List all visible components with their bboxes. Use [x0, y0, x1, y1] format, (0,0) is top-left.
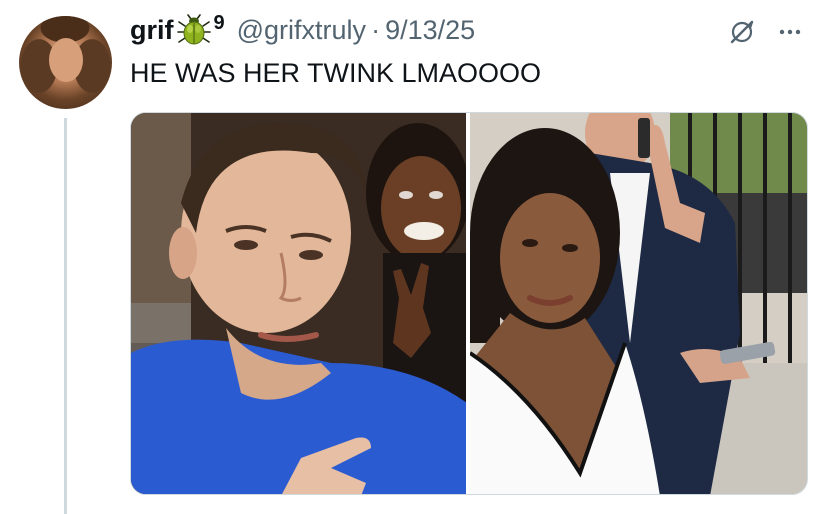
author-handle[interactable]: @grifxtruly — [237, 15, 366, 46]
thread-connector-line — [64, 118, 67, 514]
photo-right[interactable] — [470, 113, 807, 494]
tweet-text: HE WAS HER TWINK LMAOOOO — [130, 58, 542, 88]
beetle-emoji-icon — [176, 14, 212, 46]
tweet-header: grif 9 @grifxtruly · 9/13/25 — [130, 11, 475, 46]
tweet-date[interactable]: 9/13/25 — [385, 15, 475, 46]
badge-number: 9 — [213, 11, 225, 34]
author-name[interactable]: grif — [130, 15, 174, 46]
separator-dot: · — [371, 14, 381, 45]
grok-slash-icon[interactable] — [728, 18, 756, 46]
avatar[interactable] — [19, 16, 112, 109]
more-horizontal-icon[interactable] — [774, 18, 806, 46]
photo-left[interactable] — [131, 113, 466, 494]
avatar-face — [49, 38, 83, 82]
media-grid — [130, 112, 808, 495]
